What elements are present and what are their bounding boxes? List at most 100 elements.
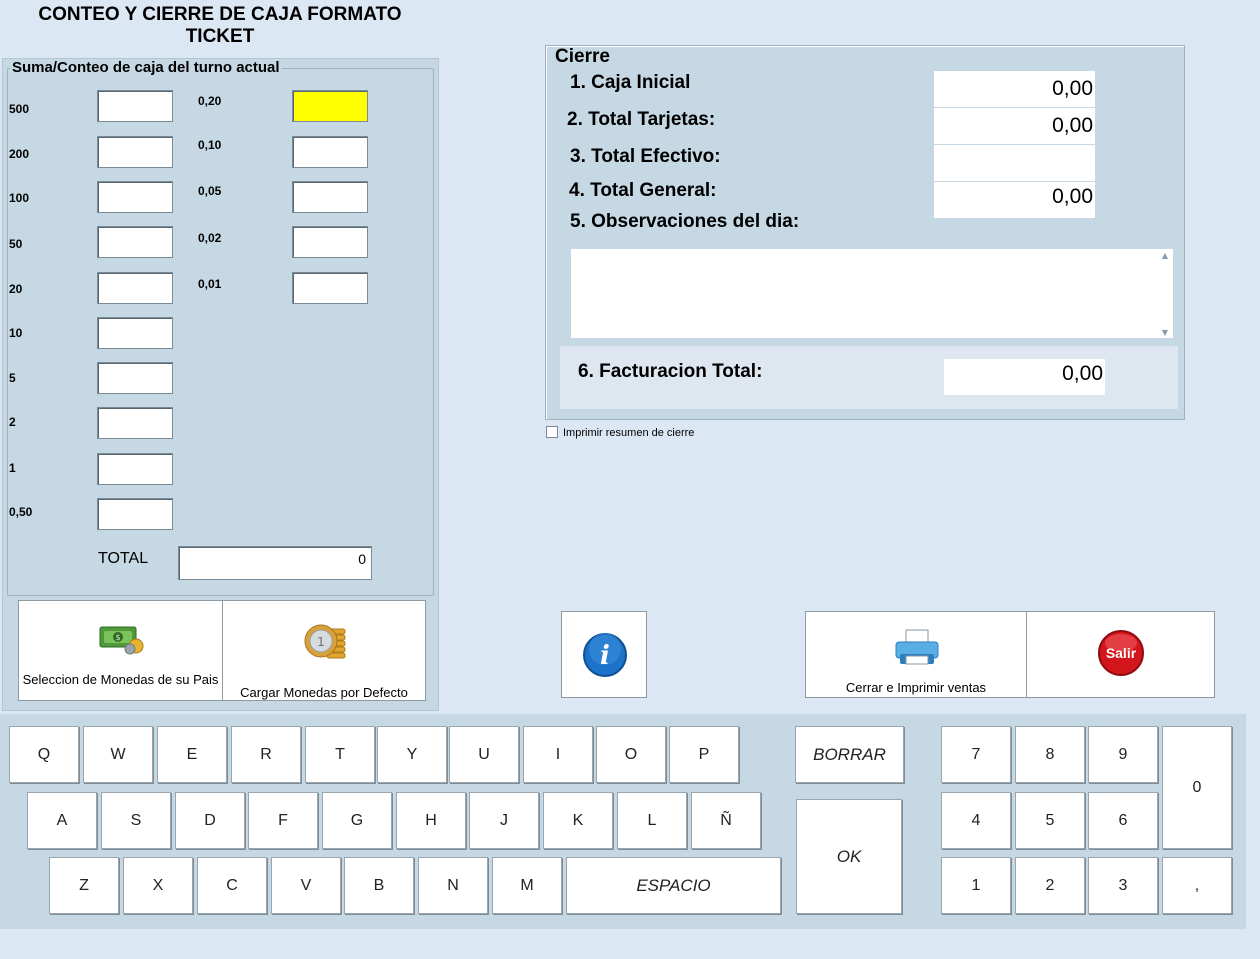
denom-label: 2 [9,415,16,429]
key-e[interactable]: E [157,726,227,783]
caja-inicial-field[interactable]: 0,00 [934,71,1095,108]
info-button[interactable]: i [561,611,647,698]
coins-icon: 1 [304,624,346,659]
key-0[interactable]: 0 [1162,726,1232,849]
denom-input-200[interactable] [97,136,173,168]
total-general-field[interactable]: 0,00 [934,182,1095,218]
key-j[interactable]: J [469,792,539,849]
exit-label: Salir [1105,645,1137,661]
key-m[interactable]: M [492,857,562,914]
denom-input-5[interactable] [97,362,173,394]
svg-text:i: i [600,641,610,671]
svg-text:1: 1 [317,635,325,649]
info-icon: i [583,633,627,677]
denom-label: 0,10 [198,138,222,152]
caja-inicial-label: 1. Caja Inicial [570,72,691,93]
denom-label: 10 [9,326,23,340]
exit-button[interactable]: Salir [1026,611,1215,698]
denom-input-0-01[interactable] [292,272,368,304]
key-k[interactable]: K [543,792,613,849]
key-h[interactable]: H [396,792,466,849]
denom-label: 0,20 [198,94,222,108]
scroll-up-icon[interactable]: ▲ [1159,251,1171,260]
key-r[interactable]: R [231,726,301,783]
denom-label: 500 [9,102,30,116]
denom-input-0-50[interactable] [97,498,173,530]
denom-input-20[interactable] [97,272,173,304]
key-comma[interactable]: , [1162,857,1232,914]
printer-icon [895,629,939,665]
key-9[interactable]: 9 [1088,726,1158,783]
key-v[interactable]: V [271,857,341,914]
key-x[interactable]: X [123,857,193,914]
key-d[interactable]: D [175,792,245,849]
facturacion-label: 6. Facturacion Total: [578,361,763,382]
denom-input-2[interactable] [97,407,173,439]
total-tarjetas-field[interactable]: 0,00 [934,108,1095,145]
key-f[interactable]: F [248,792,318,849]
observaciones-label: 5. Observaciones del dia: [570,211,800,232]
scroll-down-icon[interactable]: ▼ [1159,328,1171,337]
key-g[interactable]: G [322,792,392,849]
key-6[interactable]: 6 [1088,792,1158,849]
key-c[interactable]: C [197,857,267,914]
key-enye[interactable]: Ñ [691,792,761,849]
key-t[interactable]: T [305,726,375,783]
key-5[interactable]: 5 [1015,792,1085,849]
key-n[interactable]: N [418,857,488,914]
key-4[interactable]: 4 [941,792,1011,849]
denom-input-100[interactable] [97,181,173,213]
observaciones-textarea[interactable]: ▲ ▼ [570,248,1174,339]
key-a[interactable]: A [27,792,97,849]
denom-label: 0,02 [198,231,222,245]
load-coins-label: Cargar Monedas por Defecto [240,685,408,700]
denom-input-0-10[interactable] [292,136,368,168]
key-y[interactable]: Y [377,726,447,783]
key-p[interactable]: P [669,726,739,783]
denom-input-10[interactable] [97,317,173,349]
page-title: CONTEO Y CIERRE DE CAJA FORMATO TICKET [38,4,402,47]
total-label: TOTAL [98,550,149,567]
observaciones-scrollbar[interactable]: ▲ ▼ [1159,251,1171,337]
money-icon: $ [99,626,144,655]
total-general-label: 4. Total General: [569,180,717,201]
denom-input-50[interactable] [97,226,173,258]
print-summary-checkbox[interactable] [546,426,558,438]
key-8[interactable]: 8 [1015,726,1085,783]
denom-label: 0,01 [198,277,222,291]
key-i[interactable]: I [523,726,593,783]
key-w[interactable]: W [83,726,153,783]
denom-input-500[interactable] [97,90,173,122]
space-key[interactable]: ESPACIO [566,857,781,914]
key-2[interactable]: 2 [1015,857,1085,914]
print-summary-label: Imprimir resumen de cierre [563,427,695,439]
denom-label: 200 [9,147,30,161]
denom-input-1[interactable] [97,453,173,485]
total-field: 0 [178,546,372,580]
key-7[interactable]: 7 [941,726,1011,783]
total-efectivo-field[interactable] [934,145,1095,182]
load-coins-button[interactable]: 1 Cargar Monedas por Defecto [222,600,426,701]
denom-input-0-05[interactable] [292,181,368,213]
key-1[interactable]: 1 [941,857,1011,914]
close-print-button[interactable]: Cerrar e Imprimir ventas [805,611,1027,698]
denom-input-0-20[interactable] [292,90,368,122]
denom-label: 100 [9,191,30,205]
key-s[interactable]: S [101,792,171,849]
key-l[interactable]: L [617,792,687,849]
denom-input-0-02[interactable] [292,226,368,258]
key-o[interactable]: O [596,726,666,783]
denom-label: 0,50 [9,505,33,519]
svg-text:$: $ [115,633,120,642]
delete-key[interactable]: BORRAR [795,726,904,783]
key-q[interactable]: Q [9,726,79,783]
facturacion-field[interactable]: 0,00 [944,359,1105,395]
key-3[interactable]: 3 [1088,857,1158,914]
key-z[interactable]: Z [49,857,119,914]
ok-key[interactable]: OK [796,799,902,914]
key-b[interactable]: B [344,857,414,914]
key-u[interactable]: U [449,726,519,783]
select-coins-label: Seleccion de Monedas de su Pais [22,672,219,687]
select-coins-button[interactable]: $ Seleccion de Monedas de su Pais [18,600,223,701]
denom-label: 1 [9,461,16,475]
